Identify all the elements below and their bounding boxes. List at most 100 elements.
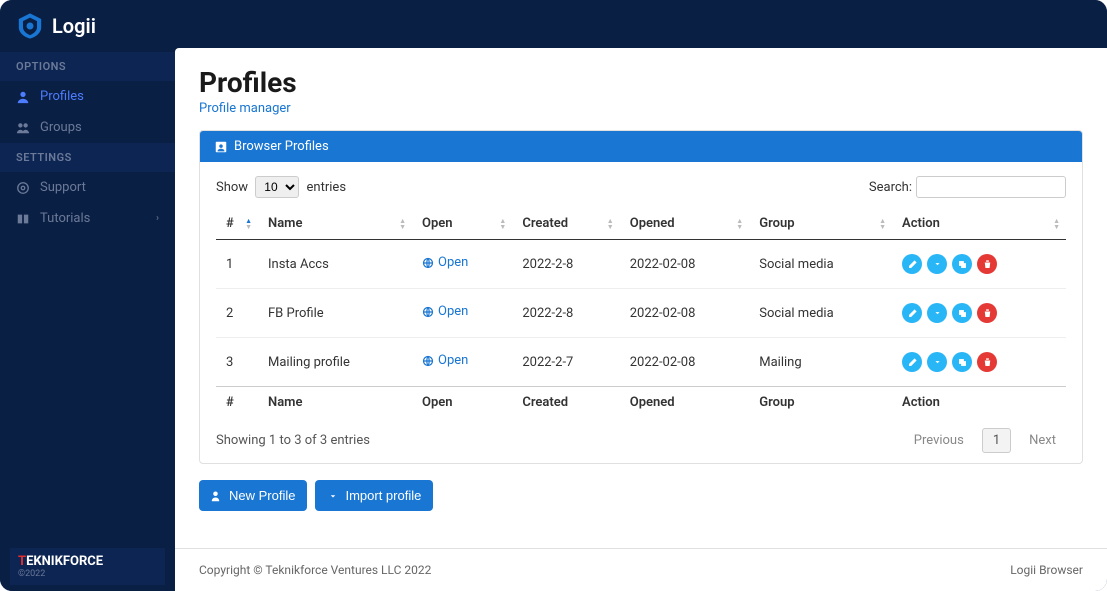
cell-opened: 2022-02-08 [620, 289, 750, 338]
users-icon [16, 121, 30, 135]
table-info: Showing 1 to 3 of 3 entries [216, 433, 370, 448]
next-button[interactable]: Next [1019, 429, 1066, 452]
sidebar-item-groups[interactable]: Groups [0, 112, 175, 143]
trash-icon [982, 308, 993, 319]
cell-name: Insta Accs [258, 240, 412, 289]
edit-button[interactable] [902, 303, 922, 323]
profiles-table: #▲▼ Name▲▼ Open▲▼ Created▲▼ Opened▲▼ Gro… [216, 208, 1066, 418]
cell-opened: 2022-02-08 [620, 338, 750, 387]
chevron-right-icon: › [156, 213, 159, 224]
copy-button[interactable] [952, 303, 972, 323]
download-button[interactable] [927, 254, 947, 274]
delete-button[interactable] [977, 352, 997, 372]
import-profile-button[interactable]: Import profile [315, 480, 433, 511]
download-icon [932, 308, 943, 319]
sidebar-item-tutorials[interactable]: Tutorials › [0, 203, 175, 234]
cell-created: 2022-2-8 [512, 289, 619, 338]
col-action[interactable]: Action▲▼ [892, 208, 1066, 240]
sidebar-item-support[interactable]: Support [0, 172, 175, 203]
teknikforce-logo: TEKNIKFORCE [18, 554, 157, 569]
breadcrumb[interactable]: Profile manager [199, 101, 1083, 116]
cell-name: Mailing profile [258, 338, 412, 387]
delete-button[interactable] [977, 303, 997, 323]
nav-label: Support [40, 180, 86, 195]
import-icon [327, 490, 339, 502]
sidebar-item-profiles[interactable]: Profiles [0, 81, 175, 112]
copy-icon [957, 259, 968, 270]
copy-icon [957, 308, 968, 319]
col-num[interactable]: #▲▼ [216, 208, 258, 240]
lifebuoy-icon [16, 181, 30, 195]
globe-icon [422, 306, 434, 318]
copy-button[interactable] [952, 254, 972, 274]
table-row: 1 Insta Accs Open 2022-2-8 2022-02-08 So… [216, 240, 1066, 289]
new-profile-button[interactable]: New Profile [199, 480, 307, 511]
pencil-icon [907, 259, 918, 270]
pencil-icon [907, 308, 918, 319]
nav-label: Tutorials [40, 211, 90, 226]
user-plus-icon [211, 490, 223, 502]
entries-select[interactable]: 10 [255, 176, 299, 198]
col-created[interactable]: Created▲▼ [512, 208, 619, 240]
col-opened[interactable]: Opened▲▼ [620, 208, 750, 240]
search-input[interactable] [916, 176, 1066, 198]
cell-created: 2022-2-7 [512, 338, 619, 387]
cell-num: 1 [216, 240, 258, 289]
sidebar-footer: TEKNIKFORCE ©2022 [0, 542, 175, 591]
table-row: 2 FB Profile Open 2022-2-8 2022-02-08 So… [216, 289, 1066, 338]
download-icon [932, 259, 943, 270]
cell-group: Social media [749, 240, 892, 289]
trash-icon [982, 357, 993, 368]
footer: Copyright © Teknikforce Ventures LLC 202… [175, 548, 1107, 591]
panel-title: Browser Profiles [234, 139, 329, 154]
download-button[interactable] [927, 352, 947, 372]
logo: Logii [0, 0, 175, 52]
copy-icon [957, 357, 968, 368]
profile-icon [214, 140, 228, 154]
cell-num: 2 [216, 289, 258, 338]
search-label: Search: [869, 180, 912, 195]
logo-icon [16, 12, 44, 40]
table-row: 3 Mailing profile Open 2022-2-7 2022-02-… [216, 338, 1066, 387]
nav-label: Groups [40, 120, 82, 135]
nav-section-options: OPTIONS [0, 52, 175, 81]
page-title: Profiles [199, 66, 1083, 99]
cell-group: Mailing [749, 338, 892, 387]
download-icon [932, 357, 943, 368]
footer-left: Copyright © Teknikforce Ventures LLC 202… [199, 563, 431, 577]
topbar [175, 0, 1107, 48]
nav-label: Profiles [40, 89, 84, 104]
show-entries: Show 10 entries [216, 176, 346, 198]
nav-section-settings: SETTINGS [0, 143, 175, 172]
pencil-icon [907, 357, 918, 368]
globe-icon [422, 257, 434, 269]
panel-header: Browser Profiles [200, 131, 1082, 162]
edit-button[interactable] [902, 254, 922, 274]
sidebar-copyright: ©2022 [18, 569, 157, 579]
cell-name: FB Profile [258, 289, 412, 338]
open-link[interactable]: Open [422, 353, 468, 368]
col-group[interactable]: Group▲▼ [749, 208, 892, 240]
book-icon [16, 212, 30, 226]
sidebar: Logii OPTIONS Profiles Groups SETTINGS S… [0, 0, 175, 591]
panel-browser-profiles: Browser Profiles Show 10 entries Search: [199, 130, 1083, 464]
cell-opened: 2022-02-08 [620, 240, 750, 289]
cell-group: Social media [749, 289, 892, 338]
cell-created: 2022-2-8 [512, 240, 619, 289]
col-open[interactable]: Open▲▼ [412, 208, 512, 240]
col-name[interactable]: Name▲▼ [258, 208, 412, 240]
edit-button[interactable] [902, 352, 922, 372]
trash-icon [982, 259, 993, 270]
download-button[interactable] [927, 303, 947, 323]
cell-num: 3 [216, 338, 258, 387]
open-link[interactable]: Open [422, 304, 468, 319]
pagination: Previous 1 Next [904, 428, 1066, 453]
delete-button[interactable] [977, 254, 997, 274]
prev-button[interactable]: Previous [904, 429, 974, 452]
user-icon [16, 90, 30, 104]
page-number[interactable]: 1 [982, 428, 1011, 453]
copy-button[interactable] [952, 352, 972, 372]
open-link[interactable]: Open [422, 255, 468, 270]
footer-right: Logii Browser [1010, 563, 1083, 577]
globe-icon [422, 355, 434, 367]
